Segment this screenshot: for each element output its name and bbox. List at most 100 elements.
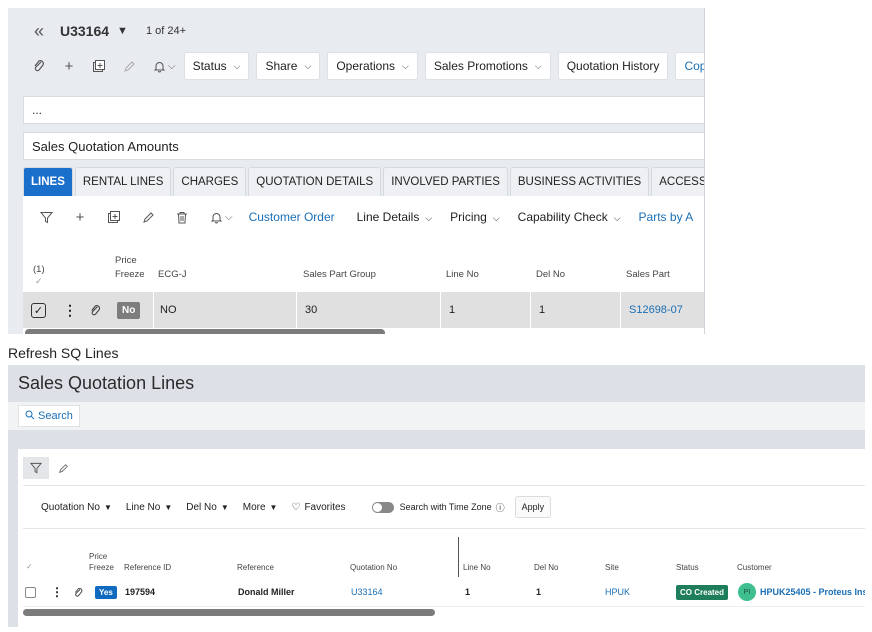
price-freeze-badge: Yes [95,585,117,599]
tab-business-activities[interactable]: BUSINESS ACTIVITIES [509,167,650,196]
pricing-menu[interactable]: Pricing ⌵ [450,210,500,224]
info-icon[interactable]: ⓘ [496,501,505,514]
caret-down-icon: ▼ [164,502,173,512]
line-details-menu[interactable]: Line Details ⌵ [357,210,433,224]
site-link[interactable]: HPUK [605,587,630,597]
search-button[interactable]: Search [18,405,80,427]
collapsed-section-bar[interactable]: ... [23,96,704,124]
chevron-down-icon[interactable]: ⌵ [168,61,176,72]
customer-order-link[interactable]: Customer Order [249,210,335,224]
col-header-line-no[interactable]: Line No [446,268,479,282]
pencil-icon[interactable] [58,457,69,479]
sales-promotions-button[interactable]: Sales Promotions ⌵ [424,52,551,80]
col-header-price-freeze[interactable]: Price Freeze [115,254,145,282]
chevron-down-icon: ⌵ [534,60,542,71]
col-header-site[interactable]: Site [605,562,619,573]
time-zone-toggle[interactable] [371,501,394,513]
sales-part-link[interactable]: S12698-07 [629,304,683,316]
quotation-header-panel: « U33164 ▼ 1 of 24+ + ⌵ Status ⌵ Share ⌵ O… [8,8,705,334]
search-strip: Search [8,402,865,430]
chevron-down-icon: ⌵ [304,60,312,71]
duplicate-icon[interactable] [99,204,129,230]
col-header-sales-part-group[interactable]: Sales Part Group [303,268,376,282]
customer-link[interactable]: HPUK25405 - Proteus Instr [760,587,865,597]
col-header-quotation-no[interactable]: Quotation No [350,562,397,573]
favorites-label: Favorites [304,501,346,513]
copy-button[interactable]: Copy [675,52,704,80]
col-header-del-no[interactable]: Del No [534,562,558,573]
col-header-sales-part[interactable]: Sales Part [626,268,670,282]
horizontal-scrollbar[interactable] [25,329,385,334]
caret-down-icon: ▼ [269,502,278,512]
col-header-reference-id[interactable]: Reference ID [124,562,171,573]
col-header-price-freeze[interactable]: Price Freeze [89,551,114,573]
quotation-history-button[interactable]: Quotation History [557,52,669,80]
command-bar: + ⌵ Status ⌵ Share ⌵ Operations ⌵ Sales Pro… [8,52,704,80]
tab-quotation-details[interactable]: QUOTATION DETAILS [248,167,382,196]
tab-involved-parties[interactable]: INVOLVED PARTIES [383,167,508,196]
double-chevron-left-icon[interactable]: « [24,21,54,42]
quotation-no-filter[interactable]: Quotation No ▼ [41,502,112,513]
tab-rental-lines[interactable]: RENTAL LINES [74,167,172,196]
caret-down-icon: ▼ [103,502,112,512]
customer-cell: PI HPUK25405 - Proteus Instr [738,577,865,607]
caret-down-icon[interactable]: ▼ [117,25,128,37]
del-no-cell: 1 [536,587,542,597]
filter-icon[interactable] [31,204,61,230]
capability-check-menu[interactable]: Capability Check ⌵ [518,210,621,224]
plus-icon[interactable]: + [65,204,95,230]
col-header-ecg[interactable]: ECG-J [158,268,187,282]
paperclip-icon[interactable] [73,577,84,607]
quotation-no-link[interactable]: U33164 [351,587,383,597]
col-header-line-no[interactable]: Line No [463,562,491,573]
heart-icon: ♡ [291,501,301,513]
pencil-icon[interactable] [133,204,163,230]
paperclip-icon[interactable] [24,53,54,79]
more-filter[interactable]: More ▼ [243,502,278,513]
horizontal-scrollbar[interactable] [23,609,435,616]
col-header-customer[interactable]: Customer [737,562,772,573]
filter-icon[interactable] [23,457,49,479]
sales-quotation-amounts-section[interactable]: Sales Quotation Amounts [23,132,704,160]
quick-filter-bar: Quotation No ▼ Line No ▼ Del No ▼ More ▼ ♡ Fa… [23,485,865,529]
share-button-label: Share [265,59,298,73]
del-no-filter[interactable]: Del No ▼ [186,502,229,513]
col-header-status[interactable]: Status [676,562,699,573]
tab-lines[interactable]: LINES [23,167,73,196]
apply-button[interactable]: Apply [514,496,552,518]
caret-down-icon: ▼ [220,502,229,512]
duplicate-icon[interactable] [84,53,114,79]
quotation-no-cell: U33164 [351,577,383,607]
operations-button-label: Operations [336,59,396,73]
favorites-button[interactable]: ♡ Favorites [291,502,345,513]
page-title: Sales Quotation Lines [18,373,195,393]
col-header-del-no[interactable]: Del No [536,268,565,282]
select-all-check-icon[interactable]: ✓ [26,561,33,572]
sales-quotation-lines-panel: Sales Quotation Lines Search Quotation N… [8,365,865,627]
chevron-down-icon[interactable]: ⌵ [225,212,233,223]
kebab-menu-icon[interactable]: ⋮ [63,292,77,328]
plus-icon[interactable]: + [54,53,84,79]
table-row[interactable]: ✓ ⋮ No NO 30 1 1 S12698-07 [23,292,704,328]
status-button[interactable]: Status ⌵ [183,52,250,80]
lines-toolbar: + ⌵ Customer Order Line Details ⌵ Pricing… [23,204,704,230]
col-header-reference[interactable]: Reference [237,562,274,573]
select-all-check-icon[interactable]: ✓ [35,276,43,287]
kebab-menu-icon[interactable]: ⋮ [51,577,63,607]
capability-check-label: Capability Check [517,210,608,224]
table-row[interactable]: ⋮ Yes 197594 Donald Miller U33164 1 1 HP… [23,577,865,607]
operations-button[interactable]: Operations ⌵ [327,52,418,80]
trash-icon[interactable] [167,204,197,230]
pencil-icon[interactable] [114,53,144,79]
row-checkbox[interactable] [25,577,36,607]
reference-id-cell: 197594 [125,587,156,597]
line-no-filter[interactable]: Line No ▼ [126,502,172,513]
tab-access[interactable]: ACCESS [651,167,704,196]
pricing-label: Pricing [450,210,487,224]
line-no-cell: 1 [440,292,530,328]
parts-by-link[interactable]: Parts by A [639,210,694,224]
share-button[interactable]: Share ⌵ [256,52,321,80]
row-checkbox[interactable]: ✓ [31,292,46,328]
paperclip-icon[interactable] [89,292,102,328]
tab-charges[interactable]: CHARGES [173,167,247,196]
